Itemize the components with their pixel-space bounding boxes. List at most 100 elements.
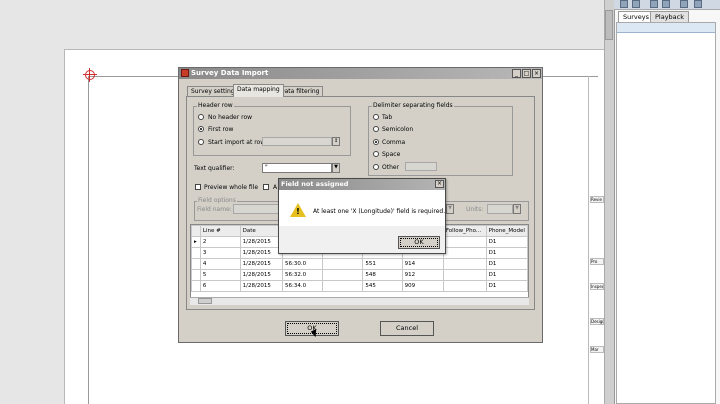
units-select[interactable]	[487, 204, 513, 214]
start-import-label: Start import at row:	[208, 139, 267, 146]
dialog-title: Survey Data Import	[191, 69, 269, 77]
column-header[interactable]: Phone_Model	[485, 225, 528, 237]
grid-cell: D1	[485, 236, 528, 248]
side-label-design: Design	[590, 318, 604, 325]
side-label-marine: Mar ne	[590, 346, 604, 353]
first-row-label: First row	[208, 126, 234, 133]
side-label-pro: Pro	[590, 258, 604, 265]
row-selector[interactable]: ▸	[191, 236, 201, 248]
row-selector-header	[191, 225, 201, 237]
grid-cell: 4	[199, 258, 241, 270]
text-qualifier-select[interactable]: "	[262, 163, 332, 173]
grid-cell: 909	[401, 280, 444, 292]
toolbar-icon[interactable]	[650, 0, 658, 8]
cancel-button[interactable]: Cancel	[380, 321, 434, 336]
toolbar-icon[interactable]	[694, 0, 702, 8]
crosshair-icon	[83, 68, 97, 82]
grid-cell: 912	[401, 269, 444, 281]
column-header[interactable]: Line #	[199, 225, 241, 237]
first-row-radio[interactable]	[198, 126, 204, 132]
scrollbar-thumb[interactable]	[605, 10, 613, 40]
minimize-button[interactable]: _	[512, 69, 521, 78]
table-row[interactable]: 5 1/28/2015 56:32.0 548 912 D1	[191, 269, 528, 281]
preview-whole-file-checkbox[interactable]	[195, 184, 201, 190]
semicolon-label: Semicolon	[382, 126, 414, 133]
column-header[interactable]: Date	[239, 225, 284, 237]
grid-cell: 2	[199, 236, 241, 248]
space-radio[interactable]	[373, 151, 379, 157]
chevron-down-icon[interactable]: ▼	[513, 204, 521, 214]
grid-cell: 1/28/2015	[239, 236, 284, 248]
start-import-radio[interactable]	[198, 139, 204, 145]
tab-radio[interactable]	[373, 114, 379, 120]
grid-cell: 6	[199, 280, 241, 292]
table-row[interactable]: 6 1/28/2015 56:34.0 545 909 D1	[191, 280, 528, 292]
toolbar-icon[interactable]	[662, 0, 670, 8]
units-label: Units:	[466, 206, 484, 213]
scrollbar-thumb[interactable]	[198, 298, 212, 304]
grid-cell: 548	[362, 269, 403, 281]
semicolon-radio[interactable]	[373, 126, 379, 132]
row-selector[interactable]	[191, 247, 201, 259]
column-header[interactable]: Follow_Pho...	[442, 225, 487, 237]
tab-playback[interactable]: Playback	[650, 11, 690, 22]
no-header-row-radio[interactable]	[198, 114, 204, 120]
start-row-input[interactable]	[262, 137, 332, 146]
toolbar-icon[interactable]	[620, 0, 628, 8]
chevron-down-icon[interactable]: ▼	[446, 204, 454, 214]
tab-data-mapping[interactable]: Data mapping	[233, 84, 284, 97]
table-row[interactable]: 4 1/28/2015 56:30.0 551 914 D1	[191, 258, 528, 270]
other-label: Other	[382, 164, 400, 171]
grid-cell: 1/28/2015	[239, 258, 284, 270]
grid-cell: 56:34.0	[282, 280, 323, 292]
toolbar-icon[interactable]	[680, 0, 688, 8]
page-margin-right	[588, 76, 589, 404]
preview-whole-file-label: Preview whole file	[204, 184, 259, 191]
field-options-title: Field options	[197, 197, 237, 204]
start-row-stepper[interactable]: ↕	[332, 137, 340, 146]
comma-radio[interactable]	[373, 139, 379, 145]
comma-label: Comma	[382, 139, 406, 146]
tab-label: Tab	[382, 114, 393, 121]
grid-cell: D1	[485, 258, 528, 270]
side-label-inspec: Inspec	[590, 283, 604, 290]
second-checkbox-label: A	[273, 184, 278, 191]
other-delimiter-input[interactable]	[405, 162, 437, 171]
row-selector[interactable]	[191, 258, 201, 270]
tab-surveys[interactable]: Surveys	[618, 11, 654, 22]
grid-cell: 1/28/2015	[239, 247, 284, 259]
grid-cell: 545	[362, 280, 403, 292]
second-checkbox[interactable]	[263, 184, 269, 190]
field-name-input[interactable]	[233, 204, 279, 214]
grid-cell	[321, 258, 364, 270]
other-radio[interactable]	[373, 164, 379, 170]
vertical-scrollbar[interactable]	[604, 0, 614, 404]
grid-cell	[321, 280, 364, 292]
grid-cell: 5	[199, 269, 241, 281]
grid-cell: 3	[199, 247, 241, 259]
row-selector[interactable]	[191, 269, 201, 281]
no-header-row-label: No header row	[208, 114, 253, 121]
close-button[interactable]: ×	[532, 69, 541, 78]
grid-cell: 1/28/2015	[239, 280, 284, 292]
grid-cell	[321, 269, 364, 281]
grid-horizontal-scrollbar[interactable]	[190, 297, 529, 305]
popup-close-button[interactable]: ×	[435, 180, 444, 188]
grid-cell	[442, 269, 487, 281]
row-selector[interactable]	[191, 280, 201, 292]
delimiter-title: Delimiter separating fields	[372, 102, 454, 109]
popup-ok-button[interactable]: OK	[398, 236, 440, 249]
grid-cell	[442, 247, 487, 259]
toolbar-icon[interactable]	[632, 0, 640, 8]
grid-cell: D1	[485, 280, 528, 292]
grid-cell	[442, 280, 487, 292]
text-qualifier-label: Text qualifier:	[194, 165, 235, 172]
maximize-button[interactable]: □	[522, 69, 531, 78]
grid-cell	[442, 236, 487, 248]
popup-message: At least one 'X (Longitude)' field is re…	[313, 208, 446, 215]
grid-cell: 56:32.0	[282, 269, 323, 281]
chevron-down-icon[interactable]: ▼	[332, 163, 340, 173]
app-icon	[181, 69, 189, 77]
grid-cell: D1	[485, 247, 528, 259]
grid-cell: 56:30.0	[282, 258, 323, 270]
